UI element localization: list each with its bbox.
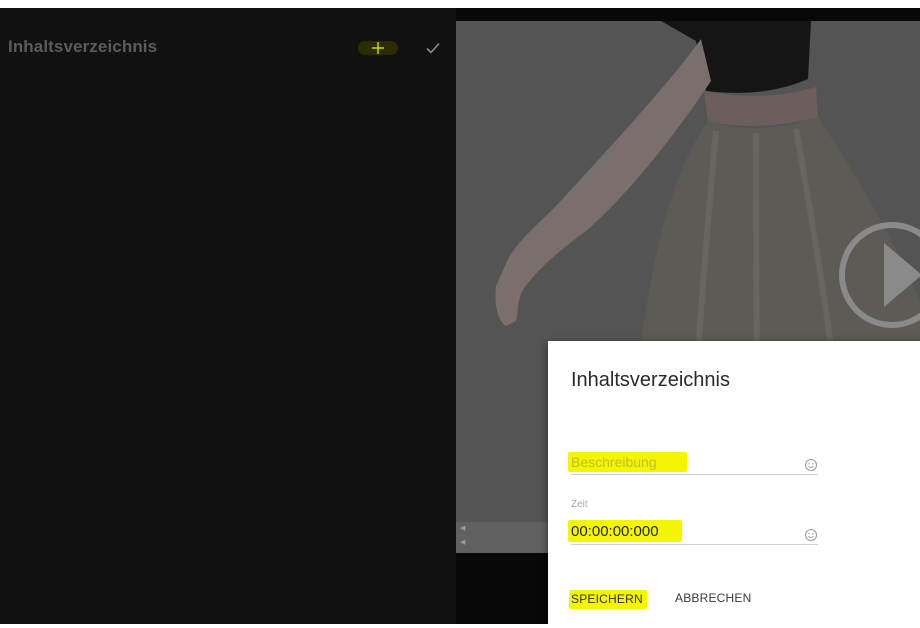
smiley-icon[interactable] xyxy=(804,528,818,542)
check-icon xyxy=(426,42,440,54)
cancel-button[interactable]: ABBRECHEN xyxy=(675,591,751,605)
description-field xyxy=(568,449,818,477)
description-input[interactable] xyxy=(568,452,687,472)
app-frame: Inhaltsverzeichnis ◀ ◀ Inhaltsverzeichni… xyxy=(0,8,920,624)
smiley-icon[interactable] xyxy=(804,458,818,472)
time-label: Zeit xyxy=(571,499,588,510)
time-input[interactable] xyxy=(568,520,682,542)
description-underline xyxy=(571,474,818,475)
toc-entry-dialog: Inhaltsverzeichnis Zeit xyxy=(548,341,920,624)
sidebar-title: Inhaltsverzeichnis xyxy=(8,37,158,56)
toc-sidebar: Inhaltsverzeichnis xyxy=(0,8,456,624)
video-scrub-bar[interactable]: ◀ ◀ xyxy=(456,522,548,553)
plus-icon xyxy=(372,42,384,54)
time-field xyxy=(568,517,818,547)
save-button[interactable]: SPEICHERN xyxy=(569,590,647,609)
app-screen: Inhaltsverzeichnis ◀ ◀ Inhaltsverzeichni… xyxy=(0,0,920,628)
add-chapter-button[interactable] xyxy=(358,34,398,62)
dialog-title: Inhaltsverzeichnis xyxy=(571,369,730,391)
confirm-button[interactable] xyxy=(418,34,448,62)
time-underline xyxy=(571,544,818,545)
